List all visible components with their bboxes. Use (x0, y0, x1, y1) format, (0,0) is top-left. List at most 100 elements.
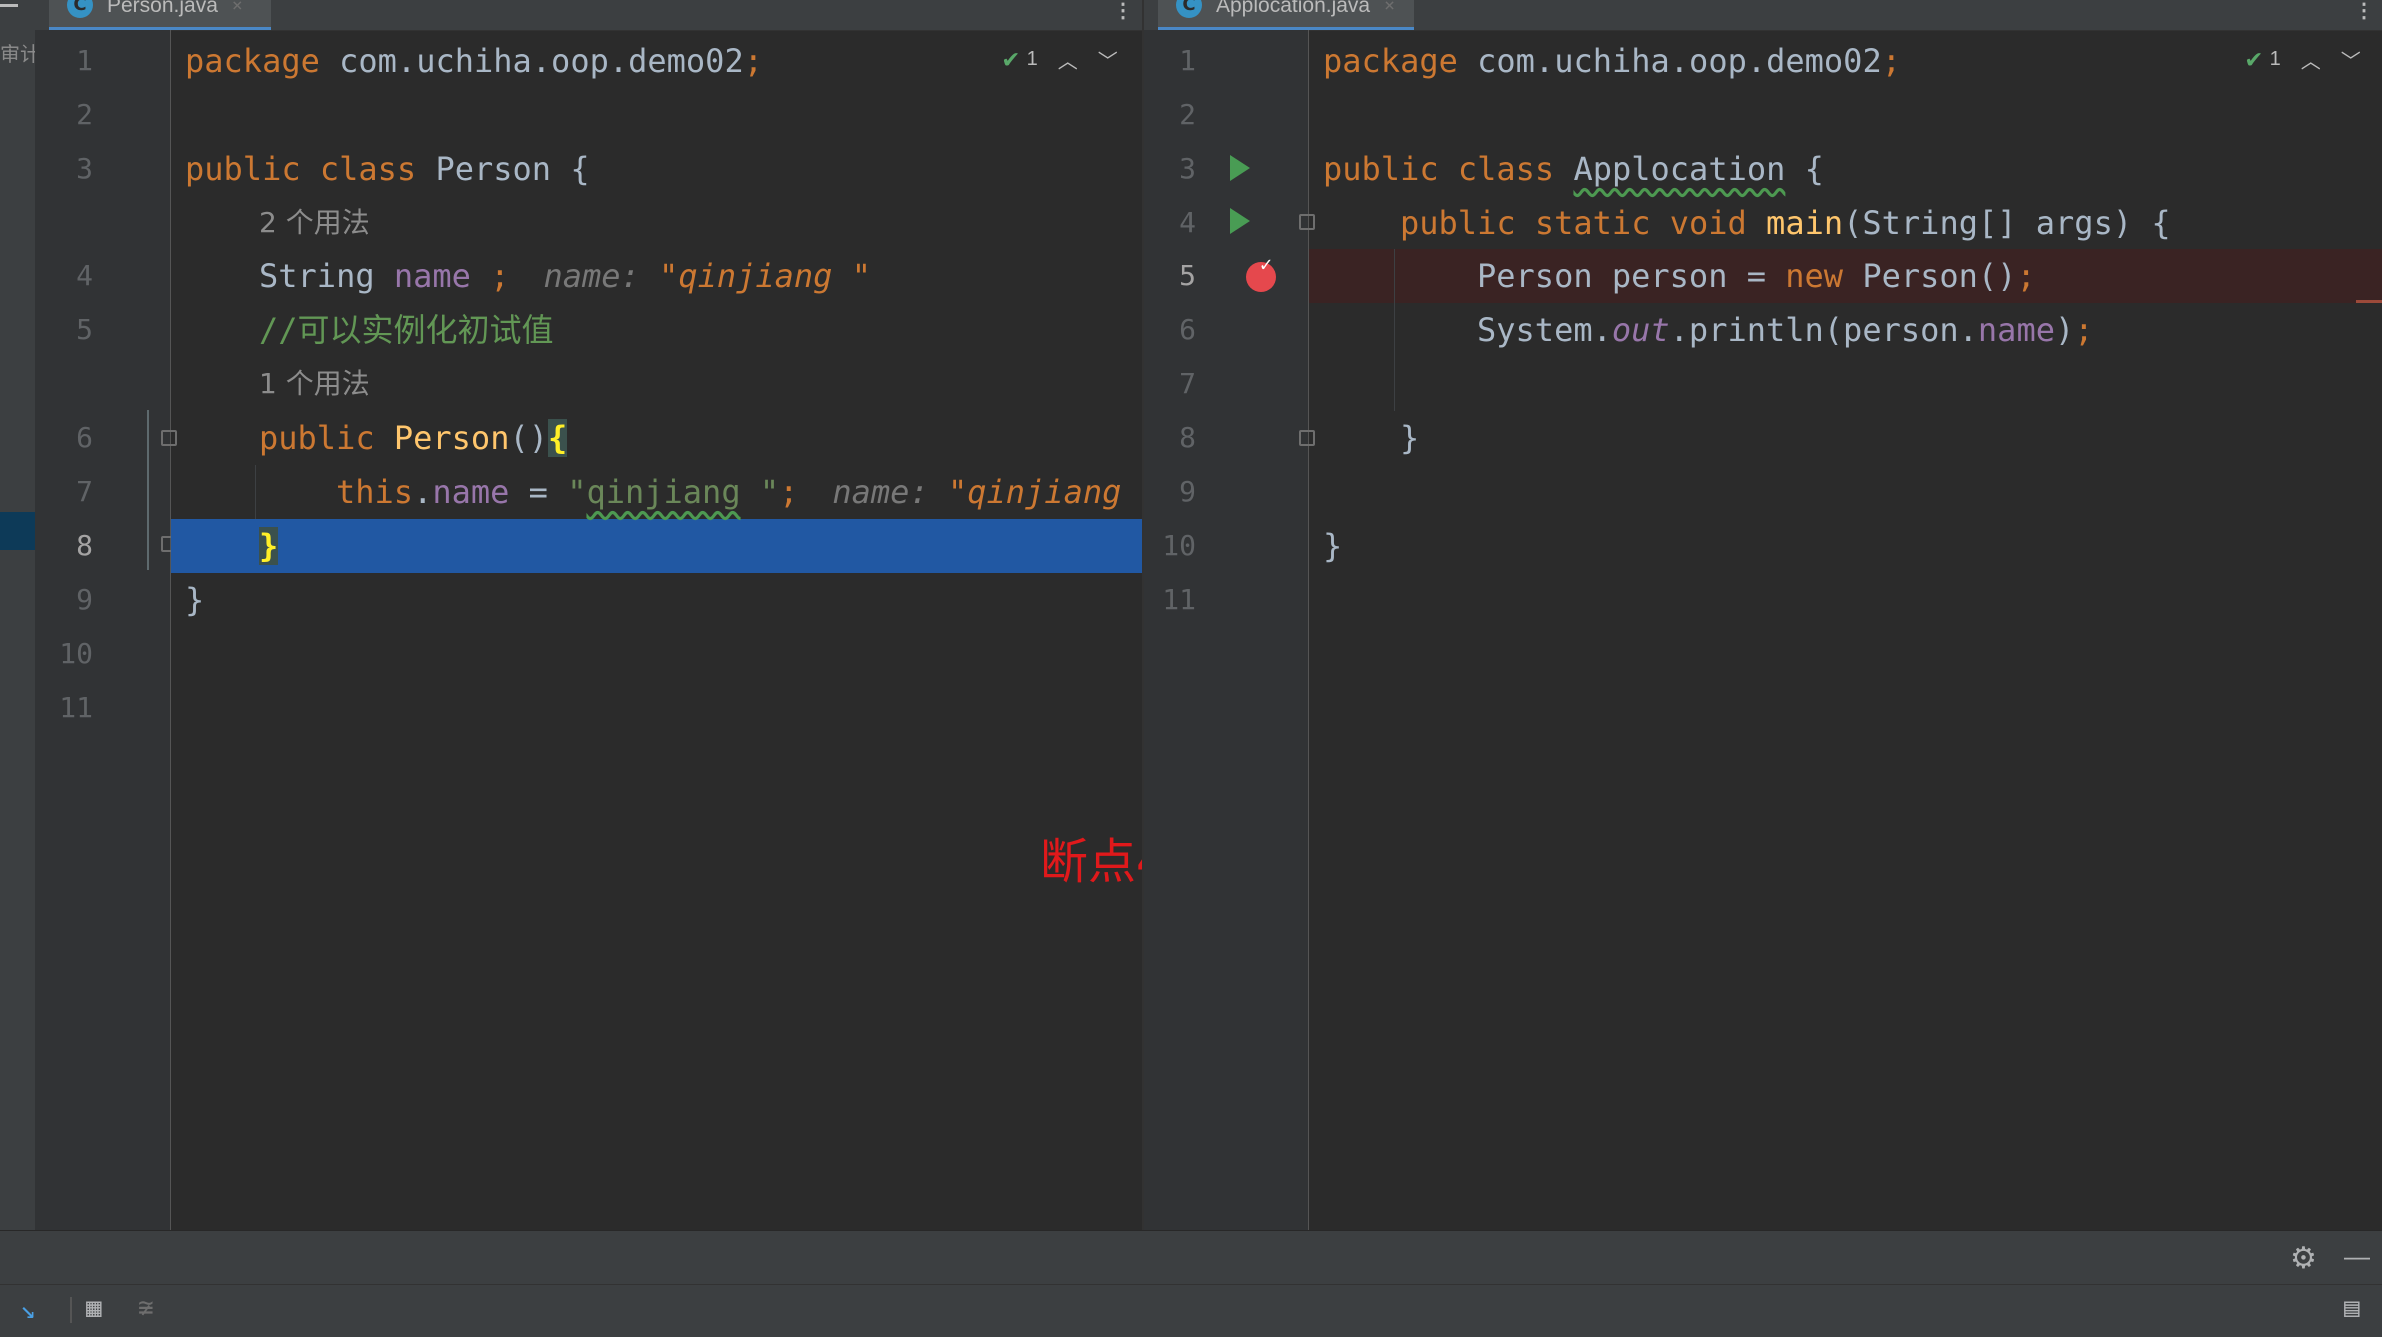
line-number[interactable]: 3 (45, 142, 93, 196)
error-stripe-mark (2356, 300, 2382, 303)
brace: } (1323, 527, 1343, 565)
more-vertical-icon[interactable]: ⋮ (1113, 0, 1133, 23)
line-number[interactable]: 10 (1148, 519, 1196, 573)
usage-hint[interactable]: 1 个用法 (259, 357, 370, 411)
close-icon[interactable]: × (232, 0, 243, 16)
line-number[interactable]: 2 (1148, 88, 1196, 142)
code-line-4[interactable]: String name ; name: "qinjiang " (259, 249, 871, 303)
field-name: name (393, 257, 471, 295)
keyword: package (1323, 42, 1458, 80)
usage-hint[interactable]: 2 个用法 (259, 196, 370, 250)
fold-icon[interactable] (1299, 214, 1315, 230)
keyword: this (336, 473, 414, 511)
line-number[interactable]: 9 (45, 573, 93, 627)
tab-label: Applocation.java (1216, 0, 1371, 17)
debug-inline-value: "qinjiang (947, 473, 1122, 511)
step-into-icon[interactable]: ↘ (20, 1295, 36, 1325)
change-marker (147, 410, 149, 570)
code-text: .println(person. (1669, 311, 1978, 349)
code-text: ) (2054, 311, 2075, 349)
line-number-current[interactable]: 8 (45, 519, 93, 573)
code-line-3[interactable]: public class Person { (185, 142, 590, 196)
line-number-current[interactable]: 5 (1148, 249, 1196, 303)
line-number[interactable]: 7 (1148, 357, 1196, 411)
line-number[interactable]: 11 (45, 681, 93, 735)
brace: { (1785, 150, 1824, 188)
line-number[interactable]: 7 (45, 465, 93, 519)
parens: () (509, 419, 548, 457)
method-signature: (String[] args) { (1843, 204, 2171, 242)
code-line-4[interactable]: public static void main(String[] args) { (1400, 196, 2171, 250)
trace-icon[interactable]: ≆ (138, 1293, 154, 1323)
chevron-up-icon[interactable]: ︿ (1058, 45, 1078, 74)
inspection-widget[interactable]: ✔ 1 ︿ ﹀ (1003, 44, 1118, 74)
code-line-3[interactable]: public class Applocation { (1323, 142, 1824, 196)
stripe-label[interactable]: 审计 (0, 38, 40, 67)
annotation-text: 断点4 (1040, 834, 1143, 890)
line-number[interactable]: 9 (1148, 465, 1196, 519)
line-number[interactable]: 2 (45, 88, 93, 142)
class-name: Person { (416, 150, 590, 188)
tab-person-java[interactable]: C Person.java × (49, 0, 271, 30)
semicolon: ; (2016, 257, 2036, 295)
gear-icon[interactable]: ⚙ (2290, 1241, 2317, 1276)
more-vertical-icon[interactable]: ⋮ (2354, 0, 2374, 23)
code-line-1[interactable]: package com.uchiha.oop.demo02; (1323, 34, 1901, 88)
code-line-10[interactable]: } (1323, 519, 1342, 573)
package-name: com.uchiha.oop.demo02 (1457, 42, 1882, 80)
code-line-9[interactable]: } (185, 573, 204, 627)
code-line-7[interactable]: this.name = "qinjiang "; name: "qinjiang (336, 465, 1121, 519)
class-name: Applocation (1573, 150, 1786, 188)
line-number[interactable]: 3 (1148, 142, 1196, 196)
code-line-6[interactable]: public Person(){ (259, 411, 568, 465)
bottom-status-bar: ↘ ▦ ≆ ▤ (0, 1284, 2382, 1337)
inspection-count: 1 (1026, 47, 1038, 70)
line-number[interactable]: 1 (45, 34, 93, 88)
run-icon[interactable] (1230, 208, 1250, 234)
operator: = (509, 473, 568, 511)
chevron-up-icon[interactable]: ︿ (2301, 45, 2321, 74)
line-number[interactable]: 8 (1148, 411, 1196, 465)
dot: . (413, 473, 433, 511)
line-number[interactable]: 10 (45, 627, 93, 681)
field-name: name (1977, 311, 2055, 349)
stripe-current-marker (0, 512, 35, 550)
line-number[interactable]: 1 (1148, 34, 1196, 88)
indent-guide (255, 465, 256, 519)
code-line-5[interactable]: Person person = new Person(); (1477, 249, 2036, 303)
line-number[interactable]: 11 (1148, 573, 1196, 627)
semicolon: ; (1881, 42, 1901, 80)
line-number[interactable]: 4 (45, 249, 93, 303)
keyword: class (300, 150, 417, 188)
code-line-1[interactable]: package com.uchiha.oop.demo02; (185, 34, 763, 88)
brace: } (1400, 419, 1420, 457)
inspection-widget[interactable]: ✔ 1 ︿ ﹀ (2246, 44, 2361, 74)
tab-bar: C Person.java × ⋮ (35, 0, 1143, 31)
stripe-minimize-icon[interactable] (0, 4, 18, 7)
separator (70, 1297, 72, 1323)
chevron-down-icon[interactable]: ﹀ (1098, 45, 1118, 74)
matched-brace: } (259, 527, 279, 565)
code-line-8[interactable]: } (259, 519, 279, 573)
keyword: public (1323, 150, 1439, 188)
tab-applocation-java[interactable]: C Applocation.java × (1158, 0, 1414, 30)
layout-icon[interactable]: ▤ (2344, 1293, 2360, 1323)
code-line-5[interactable]: //可以实例化初试值 (259, 303, 554, 357)
line-number[interactable]: 5 (45, 303, 93, 357)
minimize-icon[interactable]: — (2344, 1241, 2370, 1272)
evaluate-table-icon[interactable]: ▦ (86, 1293, 102, 1323)
code-line-8[interactable]: } (1400, 411, 1419, 465)
close-icon[interactable]: × (1384, 0, 1395, 16)
semicolon: ; (2074, 311, 2094, 349)
fold-icon[interactable] (1299, 430, 1315, 446)
line-number[interactable]: 4 (1148, 196, 1196, 250)
editor-pane-person: C Person.java × ⋮ 1 2 3 4 5 6 7 8 9 10 1… (35, 0, 1143, 1230)
string-quote: " (567, 473, 587, 511)
keyword: public static void (1400, 204, 1767, 242)
chevron-down-icon[interactable]: ﹀ (2341, 45, 2361, 74)
run-icon[interactable] (1230, 155, 1250, 181)
line-number[interactable]: 6 (1148, 303, 1196, 357)
fold-icon[interactable] (161, 430, 177, 446)
line-number[interactable]: 6 (45, 411, 93, 465)
code-line-6[interactable]: System.out.println(person.name); (1477, 303, 2094, 357)
